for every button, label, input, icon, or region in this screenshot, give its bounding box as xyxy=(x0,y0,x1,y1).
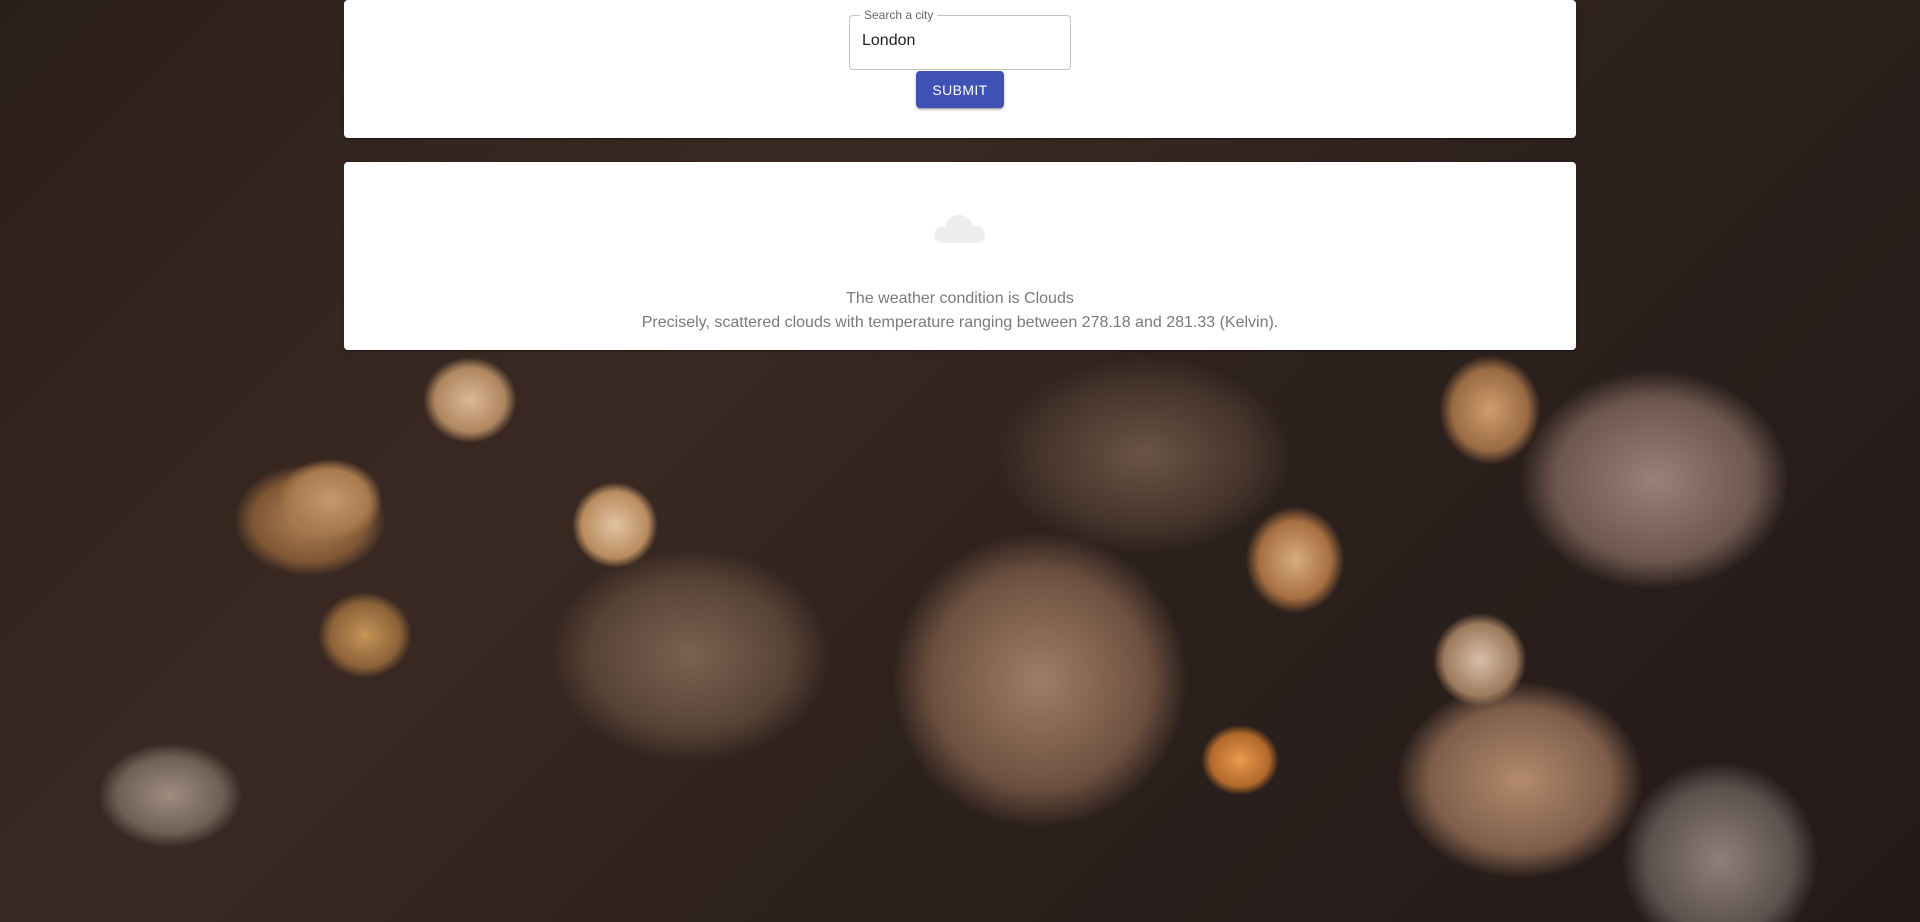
weather-detail-text: Precisely, scattered clouds with tempera… xyxy=(641,314,1279,331)
weather-result-card: The weather condition is Clouds Precisel… xyxy=(344,162,1576,350)
search-card: Search a city SUBMIT xyxy=(344,0,1576,138)
city-search-input[interactable] xyxy=(862,32,1058,50)
weather-condition-text: The weather condition is Clouds xyxy=(846,290,1074,307)
city-search-field[interactable]: Search a city xyxy=(849,8,1071,70)
cloud-icon xyxy=(934,214,985,243)
submit-button[interactable]: SUBMIT xyxy=(916,71,1004,108)
city-search-label: Search a city xyxy=(860,8,938,22)
